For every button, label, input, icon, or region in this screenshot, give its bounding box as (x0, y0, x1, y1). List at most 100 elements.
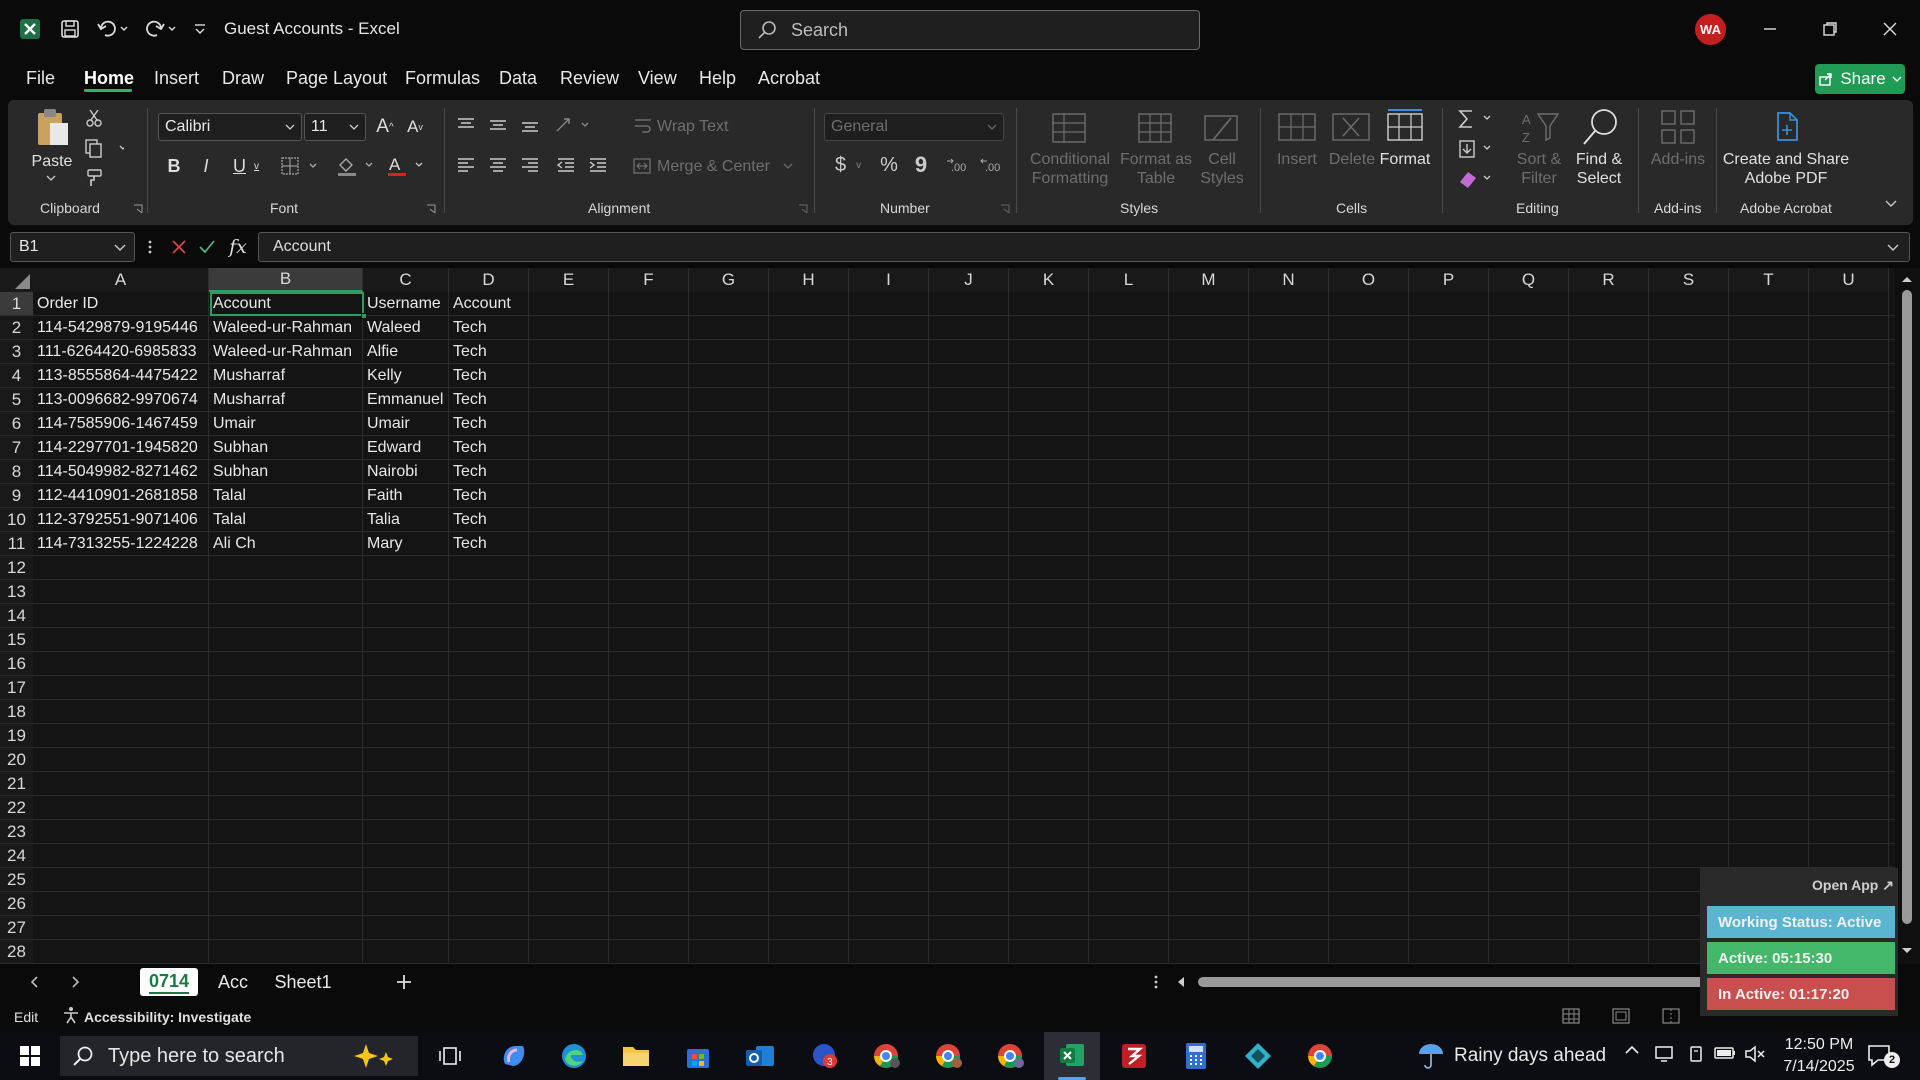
chrome-profile-4-icon[interactable] (1300, 1040, 1340, 1072)
dialog-launcher-icon[interactable] (1000, 204, 1010, 214)
row-header-11[interactable]: 11 (0, 532, 33, 556)
previous-sheet-icon[interactable] (24, 972, 44, 992)
minimize-icon[interactable] (1750, 12, 1790, 46)
cell-c2[interactable]: Waleed (363, 316, 448, 340)
tab-data[interactable]: Data (499, 68, 537, 89)
find-select-button[interactable]: Find & Select (1568, 150, 1630, 188)
tab-home[interactable]: Home (84, 68, 134, 89)
cell-b8[interactable]: Subhan (209, 460, 362, 484)
selected-cell-b1[interactable] (210, 292, 364, 316)
redo-icon[interactable] (140, 12, 180, 46)
cell-b3[interactable]: Waleed-ur-Rahman (209, 340, 362, 364)
column-header-l[interactable]: L (1089, 268, 1169, 292)
adobe-pdf-icon[interactable] (1770, 108, 1804, 146)
row-header-12[interactable]: 12 (0, 556, 33, 580)
sort-filter-icon[interactable]: AZ (1518, 106, 1562, 150)
cell-c7[interactable]: Edward (363, 436, 448, 460)
paste-icon[interactable] (30, 106, 74, 150)
page-layout-view-icon[interactable] (1612, 1008, 1630, 1024)
show-hidden-icons-icon[interactable] (1624, 1044, 1644, 1066)
cell-d8[interactable]: Tech (449, 460, 528, 484)
name-box[interactable]: B1 (10, 232, 135, 262)
row-header-23[interactable]: 23 (0, 820, 33, 844)
chrome-profile-2-icon[interactable] (928, 1040, 968, 1072)
align-top-icon[interactable] (452, 112, 480, 138)
autosum-icon[interactable] (1454, 106, 1498, 132)
scroll-down-icon[interactable] (1899, 946, 1915, 958)
row-header-9[interactable]: 9 (0, 484, 33, 508)
chevron-down-icon[interactable] (42, 172, 60, 184)
taskbar-excel-active[interactable] (1044, 1032, 1100, 1080)
row-header-20[interactable]: 20 (0, 748, 33, 772)
cell-b11[interactable]: Ali Ch (209, 532, 362, 556)
weather-text[interactable]: Rainy days ahead (1454, 1045, 1606, 1067)
calculator-icon[interactable] (1176, 1040, 1216, 1072)
open-app-link[interactable]: Open App ↗ (1812, 877, 1894, 894)
align-center-icon[interactable] (484, 152, 512, 178)
row-header-14[interactable]: 14 (0, 604, 33, 628)
microsoft-store-icon[interactable] (678, 1040, 718, 1072)
row-header-21[interactable]: 21 (0, 772, 33, 796)
column-header-f[interactable]: F (609, 268, 689, 292)
row-header-22[interactable]: 22 (0, 796, 33, 820)
row-header-26[interactable]: 26 (0, 892, 33, 916)
delete-cells-icon[interactable] (1330, 108, 1372, 146)
cell-styles-button[interactable]: Cell Styles (1192, 150, 1252, 188)
close-icon[interactable] (1870, 12, 1910, 46)
format-painter-icon[interactable] (82, 166, 106, 190)
cell-b6[interactable]: Umair (209, 412, 362, 436)
app-diamond-icon[interactable] (1238, 1040, 1278, 1072)
cell-d9[interactable]: Tech (449, 484, 528, 508)
row-header-24[interactable]: 24 (0, 844, 33, 868)
fill-icon[interactable] (1454, 136, 1498, 162)
tab-insert[interactable]: Insert (154, 68, 199, 89)
row-header-1[interactable]: 1 (0, 292, 33, 316)
cell-c1[interactable]: Username (363, 292, 448, 316)
device-icon[interactable] (1686, 1045, 1708, 1067)
font-size-dropdown[interactable]: 11 (304, 113, 366, 141)
decrease-decimal-icon[interactable]: .00 (978, 152, 1006, 178)
share-button[interactable]: Share (1815, 64, 1905, 94)
cell-d3[interactable]: Tech (449, 340, 528, 364)
increase-decimal-icon[interactable]: .00 (944, 152, 972, 178)
underline-icon[interactable]: Uv (226, 153, 266, 179)
format-as-table-icon[interactable] (1136, 108, 1176, 148)
column-header-i[interactable]: I (849, 268, 929, 292)
scroll-up-icon[interactable] (1899, 274, 1915, 286)
cell-c3[interactable]: Alfie (363, 340, 448, 364)
more-options-icon[interactable] (142, 236, 158, 258)
insert-cells-icon[interactable] (1276, 108, 1318, 146)
outlook-icon[interactable] (740, 1040, 780, 1072)
tab-formulas[interactable]: Formulas (405, 68, 480, 89)
dialog-launcher-icon[interactable] (798, 204, 808, 214)
cell-styles-icon[interactable] (1202, 108, 1242, 148)
percent-icon[interactable]: % (876, 152, 902, 178)
number-format-dropdown[interactable]: General (824, 113, 1004, 141)
merge-center-button[interactable]: Merge & Center (657, 157, 770, 176)
add-sheet-icon[interactable] (392, 970, 416, 994)
cell-d6[interactable]: Tech (449, 412, 528, 436)
windows-start-icon[interactable] (10, 1040, 50, 1072)
column-header-c[interactable]: C (363, 268, 449, 292)
find-select-icon[interactable] (1578, 104, 1622, 150)
decrease-indent-icon[interactable] (552, 152, 580, 178)
column-header-a[interactable]: A (33, 268, 209, 292)
cell-a10[interactable]: 112-3792551-9071406 (33, 508, 208, 532)
cell-c5[interactable]: Emmanuel (363, 388, 448, 412)
column-header-p[interactable]: P (1409, 268, 1489, 292)
clock-date[interactable]: 7/14/2025 (1776, 1058, 1862, 1076)
column-header-r[interactable]: R (1569, 268, 1649, 292)
avatar[interactable]: WA (1695, 14, 1726, 45)
font-name-dropdown[interactable]: Calibri (158, 113, 302, 141)
sheet-tab-0714[interactable]: 0714 (140, 968, 198, 996)
file-explorer-icon[interactable] (616, 1040, 656, 1072)
expand-formula-bar-icon[interactable] (1884, 238, 1902, 256)
chevron-down-icon[interactable] (780, 160, 796, 172)
clock-time[interactable]: 12:50 PM (1776, 1036, 1862, 1054)
cell-d2[interactable]: Tech (449, 316, 528, 340)
formula-input[interactable]: Account (258, 232, 1910, 262)
task-view-icon[interactable] (430, 1040, 470, 1072)
chrome-profile-3-icon[interactable] (990, 1040, 1030, 1072)
cell-c8[interactable]: Nairobi (363, 460, 448, 484)
tab-file[interactable]: File (26, 68, 55, 89)
